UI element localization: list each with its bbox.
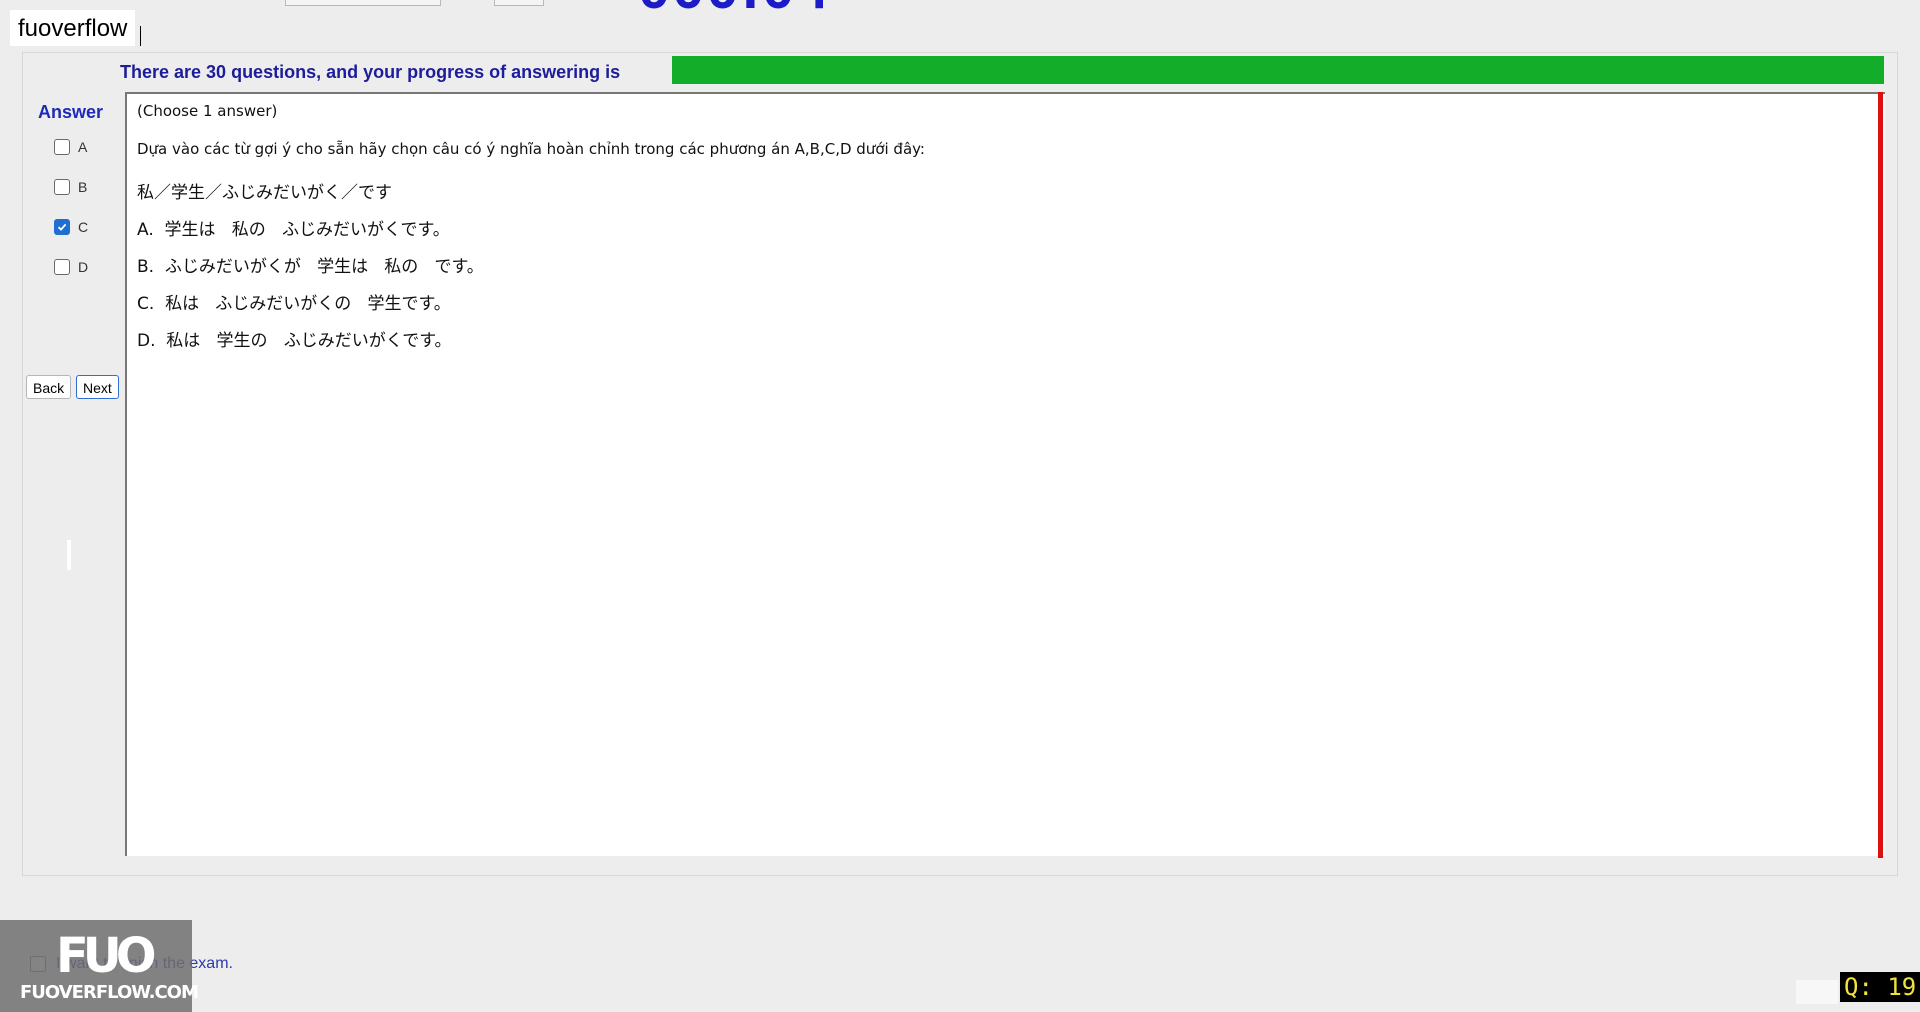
logo-text: FUOVERFLOW.COM	[20, 982, 199, 1003]
option-a-checkbox[interactable]	[54, 139, 70, 155]
question-number-badge: Q: 19	[1840, 972, 1920, 1002]
question-pill	[1796, 980, 1838, 1004]
brand-label: fuoverflow	[10, 10, 136, 46]
logo-mark: FUO	[56, 928, 157, 984]
top-dropdown-clipped[interactable]	[285, 0, 441, 6]
option-c-checkbox[interactable]	[54, 219, 70, 235]
option-c[interactable]: C	[54, 219, 88, 235]
question-prompt: Dựa vào các từ gợi ý cho sẵn hãy chọn câ…	[137, 140, 925, 158]
watermark-logo: FUO FUOVERFLOW.COM	[0, 920, 199, 1012]
option-b[interactable]: B	[54, 179, 87, 195]
text-cursor	[140, 26, 141, 46]
progress-label: There are 30 questions, and your progres…	[120, 62, 621, 82]
progress-bar	[672, 56, 1884, 84]
option-d-checkbox[interactable]	[54, 259, 70, 275]
choice-d-text: D. 私は 学生の ふじみだいがくです。	[137, 331, 452, 351]
choice-c-text: C. 私は ふじみだいがくの 学生です。	[137, 294, 451, 314]
option-a[interactable]: A	[54, 139, 87, 155]
progress-fill	[672, 56, 1884, 84]
choice-b-text: B. ふじみだいがくが 学生は 私の です。	[137, 257, 484, 277]
next-button[interactable]: Next	[76, 375, 119, 399]
option-a-label: A	[78, 139, 88, 155]
question-instruction: (Choose 1 answer)	[137, 102, 278, 120]
option-c-label: C	[78, 219, 89, 235]
option-d-label: D	[78, 259, 89, 275]
option-d[interactable]: D	[54, 259, 88, 275]
timer-display: 000:04	[638, 0, 831, 12]
side-marker	[67, 540, 71, 570]
option-b-checkbox[interactable]	[54, 179, 70, 195]
option-b-label: B	[78, 179, 88, 195]
content-red-edge	[1878, 92, 1883, 858]
top-button-clipped[interactable]	[494, 0, 544, 6]
question-area: (Choose 1 answer) Dựa vào các từ gợi ý c…	[125, 92, 1885, 856]
question-cue: 私／学生／ふじみだいがく／です	[137, 183, 392, 203]
answer-heading: Answer	[38, 102, 104, 122]
choice-a-text: A. 学生は 私の ふじみだいがくです。	[137, 220, 450, 240]
back-button[interactable]: Back	[26, 375, 72, 399]
